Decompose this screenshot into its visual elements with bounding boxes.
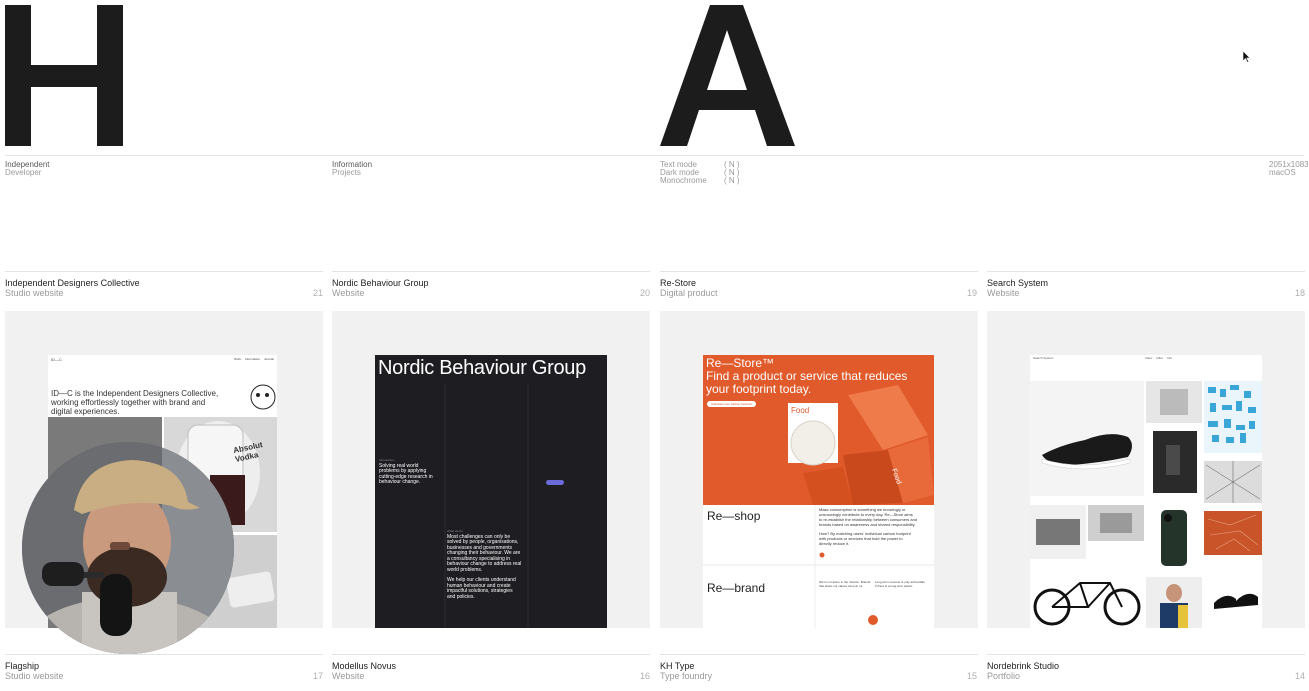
project-card-search[interactable]: Search System Index Filter Info bbox=[987, 311, 1305, 628]
project-number: 17 bbox=[312, 671, 323, 681]
project-title[interactable]: Flagship bbox=[5, 661, 39, 671]
idc-headline-line: ID—C is the Independent Designers Collec… bbox=[51, 389, 219, 398]
restore-cta-button: Calculate your carbon footprint bbox=[707, 401, 756, 407]
project-title[interactable]: Search System bbox=[987, 278, 1048, 288]
project-divider bbox=[987, 654, 1305, 655]
hero-letter-a-glyph bbox=[660, 5, 795, 146]
nbg-title: Nordic Behaviour Group bbox=[378, 357, 586, 379]
project-number: 19 bbox=[966, 288, 977, 298]
project-type: Studio website bbox=[5, 288, 64, 298]
project-type: Digital product bbox=[660, 288, 718, 298]
restore-text-line: that share our values can join us. bbox=[819, 584, 864, 588]
hero-letter-h-glyph bbox=[5, 5, 123, 146]
info-developer[interactable]: Independent Developer bbox=[5, 161, 50, 177]
restore-section-rebrand: Re—brand bbox=[707, 581, 766, 595]
project-divider bbox=[987, 271, 1305, 272]
search-preview: Search System Index Filter Info bbox=[1030, 355, 1262, 628]
project-number: 20 bbox=[639, 288, 650, 298]
webcam-overlay bbox=[22, 442, 234, 654]
project-divider bbox=[332, 271, 650, 272]
restore-section-reshop: Re—shop bbox=[707, 509, 761, 523]
project-title[interactable]: KH Type bbox=[660, 661, 694, 671]
project-type: Website bbox=[332, 671, 365, 681]
idc-headline-line: working effortlessly together with brand… bbox=[51, 398, 206, 407]
project-card-nbg[interactable]: Nordic Behaviour Group Introduction Solv… bbox=[332, 311, 650, 628]
project-title[interactable]: Nordic Behaviour Group bbox=[332, 278, 429, 288]
project-number: 21 bbox=[312, 288, 323, 298]
project-divider bbox=[332, 654, 650, 655]
restore-section2-text-b: Long-term revenue is only achievable if … bbox=[875, 580, 933, 588]
restore-food-card-label: Food bbox=[791, 406, 810, 415]
developer-line2: Developer bbox=[5, 168, 42, 177]
hero-letter-a: A bbox=[655, 0, 805, 150]
project-card-restore[interactable]: Re—Store™ Find a product or service that… bbox=[660, 311, 978, 628]
restore-text-line: if there is a long-term planet. bbox=[875, 584, 914, 588]
nbg-what-we-do: What we do Most challenges can only be s… bbox=[447, 529, 537, 600]
project-type: Studio website bbox=[5, 671, 64, 681]
idc-nav-item: Information bbox=[244, 357, 260, 361]
search-image-grid bbox=[1030, 381, 1262, 628]
project-divider bbox=[5, 271, 323, 272]
restore-text-line: directly reduce it. bbox=[819, 541, 850, 546]
project-divider bbox=[660, 654, 978, 655]
restore-section1-text: Mass consumption is something we knowing… bbox=[819, 507, 932, 546]
display-mode-toggles: Text mode( N ) Dark mode( N ) Monochrome… bbox=[660, 161, 740, 185]
restore-preview: Re—Store™ Find a product or service that… bbox=[703, 355, 934, 628]
presenter-video bbox=[22, 442, 234, 654]
project-divider bbox=[660, 271, 978, 272]
idc-logo: ID—C bbox=[51, 357, 62, 362]
project-number: 18 bbox=[1294, 288, 1305, 298]
idc-headline-line: digital experiences. bbox=[51, 407, 120, 416]
monochrome-value[interactable]: ( N ) bbox=[724, 177, 740, 185]
project-title[interactable]: Re-Store bbox=[660, 278, 696, 288]
project-type: Portfolio bbox=[987, 671, 1021, 681]
monochrome-label: Monochrome bbox=[660, 176, 707, 185]
mouse-cursor-icon bbox=[1242, 50, 1251, 68]
nbg-preview: Nordic Behaviour Group Introduction Solv… bbox=[375, 355, 607, 628]
restore-text-line: brands based on awareness and shared res… bbox=[819, 522, 916, 527]
nbg-what-line: and policies. bbox=[447, 593, 475, 600]
restore-headline-line: your footprint today. bbox=[706, 382, 812, 396]
info-nav[interactable]: Information Projects bbox=[332, 161, 372, 177]
project-number: 16 bbox=[639, 671, 650, 681]
project-divider bbox=[5, 654, 323, 655]
hero-letter-h: H bbox=[0, 0, 130, 150]
screen-os: macOS bbox=[1269, 168, 1296, 177]
nav-projects-link[interactable]: Projects bbox=[332, 169, 372, 177]
idc-headline: ID—C is the Independent Designers Collec… bbox=[51, 389, 231, 416]
project-title[interactable]: Nordebrink Studio bbox=[987, 661, 1059, 671]
restore-section2-text-a: We're not alone in the mission. Brands t… bbox=[819, 580, 874, 588]
screen-info: 2051x1083 macOS bbox=[1269, 161, 1309, 177]
idc-nav: Work Information Journal bbox=[234, 357, 274, 361]
nbg-intro: Introduction Solving real world problems… bbox=[379, 458, 449, 486]
project-title[interactable]: Independent Designers Collective bbox=[5, 278, 140, 288]
project-number: 15 bbox=[966, 671, 977, 681]
project-number: 14 bbox=[1294, 671, 1305, 681]
monochrome-toggle[interactable]: Monochrome ( N ) bbox=[660, 177, 740, 185]
project-title[interactable]: Modellus Novus bbox=[332, 661, 396, 671]
idc-nav-item: Work bbox=[234, 357, 241, 361]
idc-nav-item: Journal bbox=[263, 357, 274, 361]
project-type: Website bbox=[332, 288, 365, 298]
project-type: Type foundry bbox=[660, 671, 713, 681]
project-type: Website bbox=[987, 288, 1020, 298]
nbg-intro-line: behaviour change. bbox=[379, 479, 421, 485]
restore-headline: Re—Store™ Find a product or service that… bbox=[706, 357, 931, 396]
hero-divider bbox=[5, 155, 1304, 156]
